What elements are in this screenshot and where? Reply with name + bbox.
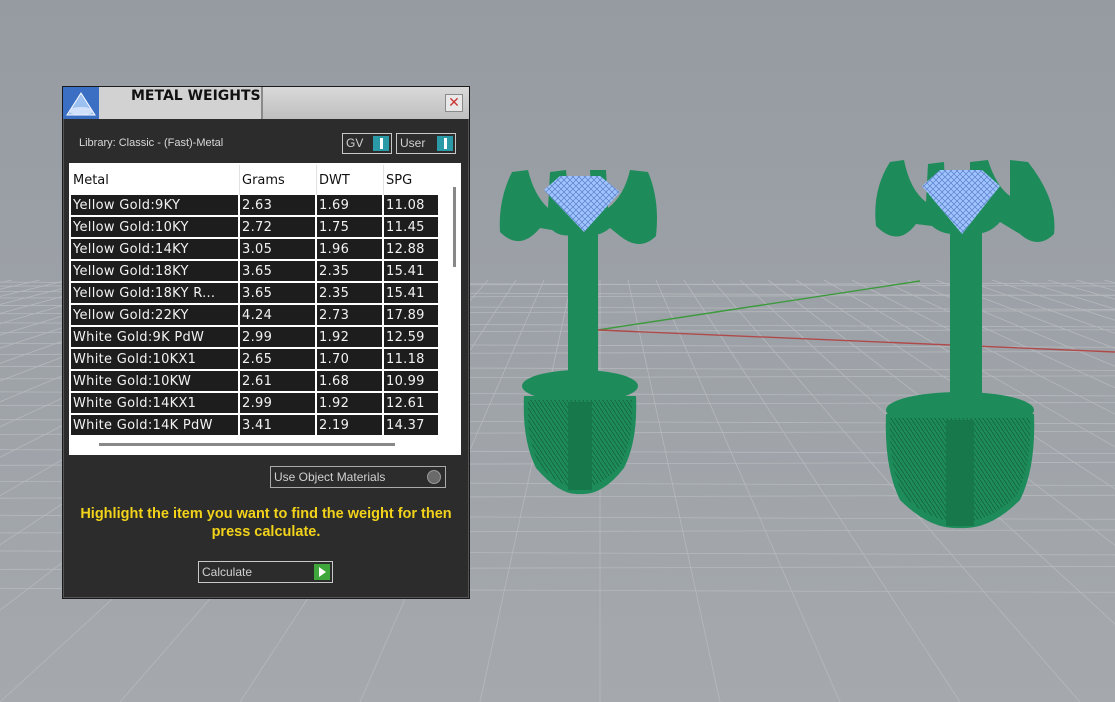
table-row[interactable]: Yellow Gold:22KY 4.24 2.73 17.89 (71, 305, 438, 327)
cell-dwt: 1.70 (317, 349, 384, 371)
gv-toggle[interactable]: GV (342, 133, 392, 154)
metal-weights-panel: METAL WEIGHTS ✕ Library: Classic - (Fast… (62, 86, 470, 599)
cell-dwt: 1.96 (317, 239, 384, 261)
cell-dwt: 1.75 (317, 217, 384, 239)
table-row[interactable]: Yellow Gold:18KY 3.65 2.35 15.41 (71, 261, 438, 283)
close-icon: ✕ (448, 94, 460, 110)
radio-icon (427, 470, 441, 484)
table-row[interactable]: White Gold:10KX1 2.65 1.70 11.18 (71, 349, 438, 371)
table-row[interactable]: White Gold:10KW 2.61 1.68 10.99 (71, 371, 438, 393)
table-row[interactable]: Yellow Gold:9KY 2.63 1.69 11.08 (71, 195, 438, 217)
cell-dwt: 1.69 (317, 195, 384, 217)
cell-dwt: 1.92 (317, 327, 384, 349)
vertical-scrollbar[interactable] (453, 187, 456, 267)
user-toggle[interactable]: User (396, 133, 456, 154)
cell-spg: 15.41 (384, 283, 438, 305)
cell-metal: Yellow Gold:9KY (71, 195, 240, 217)
gv-toggle-label: GV (346, 136, 364, 150)
cell-dwt: 2.35 (317, 261, 384, 283)
cell-spg: 11.08 (384, 195, 438, 217)
cell-metal: White Gold:14K PdW (71, 415, 240, 437)
cell-grams: 3.41 (240, 415, 317, 437)
cell-grams: 3.05 (240, 239, 317, 261)
cell-dwt: 1.68 (317, 371, 384, 393)
table-row[interactable]: Yellow Gold:18KY R... 3.65 2.35 15.41 (71, 283, 438, 305)
column-header-grams[interactable]: Grams (240, 165, 317, 195)
instructions-text: Highlight the item you want to find the … (80, 506, 452, 540)
cell-metal: Yellow Gold:14KY (71, 239, 240, 261)
cell-grams: 3.65 (240, 261, 317, 283)
cell-metal: Yellow Gold:22KY (71, 305, 240, 327)
cell-spg: 14.37 (384, 415, 438, 437)
cell-metal: White Gold:9K PdW (71, 327, 240, 349)
cell-dwt: 2.19 (317, 415, 384, 437)
table-row[interactable]: Yellow Gold:14KY 3.05 1.96 12.88 (71, 239, 438, 261)
column-header-metal[interactable]: Metal (71, 165, 240, 195)
cell-grams: 2.65 (240, 349, 317, 371)
cell-spg: 12.61 (384, 393, 438, 415)
cell-spg: 10.99 (384, 371, 438, 393)
cell-dwt: 1.92 (317, 393, 384, 415)
cell-dwt: 2.73 (317, 305, 384, 327)
cell-grams: 2.99 (240, 393, 317, 415)
calculate-label: Calculate (202, 565, 253, 579)
table-row[interactable]: Yellow Gold:10KY 2.72 1.75 11.45 (71, 217, 438, 239)
cell-metal: White Gold:10KW (71, 371, 240, 393)
use-object-materials-label: Use Object Materials (274, 470, 386, 484)
toggle-switch-icon (373, 136, 389, 151)
table-row[interactable]: White Gold:14KX1 2.99 1.92 12.61 (71, 393, 438, 415)
cell-grams: 2.61 (240, 371, 317, 393)
cell-spg: 12.88 (384, 239, 438, 261)
column-header-dwt[interactable]: DWT (317, 165, 384, 195)
play-icon (314, 564, 330, 580)
cell-grams: 2.72 (240, 217, 317, 239)
cell-grams: 2.99 (240, 327, 317, 349)
library-label: Library: Classic - (Fast)-Metal (79, 137, 224, 149)
cell-metal: Yellow Gold:18KY R... (71, 283, 240, 305)
cell-spg: 11.45 (384, 217, 438, 239)
panel-titlebar[interactable]: METAL WEIGHTS ✕ (63, 87, 469, 119)
table-header-row: Metal Grams DWT SPG (71, 165, 438, 195)
cell-grams: 2.63 (240, 195, 317, 217)
metal-table[interactable]: Metal Grams DWT SPG Yellow Gold:9KY 2.63 1… (69, 163, 461, 455)
table-row[interactable]: White Gold:14K PdW 3.41 2.19 14.37 (71, 415, 438, 437)
cell-dwt: 2.35 (317, 283, 384, 305)
cell-spg: 11.18 (384, 349, 438, 371)
cell-spg: 17.89 (384, 305, 438, 327)
close-button[interactable]: ✕ (445, 94, 463, 112)
use-object-materials-option[interactable]: Use Object Materials (270, 466, 446, 488)
table-row[interactable]: White Gold:9K PdW 2.99 1.92 12.59 (71, 327, 438, 349)
cell-spg: 12.59 (384, 327, 438, 349)
cell-metal: White Gold:10KX1 (71, 349, 240, 371)
calculate-button[interactable]: Calculate (198, 561, 333, 583)
cell-metal: Yellow Gold:18KY (71, 261, 240, 283)
cell-metal: White Gold:14KX1 (71, 393, 240, 415)
toggle-switch-icon (437, 136, 453, 151)
horizontal-scrollbar[interactable] (99, 443, 395, 446)
panel-logo-icon (63, 87, 99, 119)
cell-metal: Yellow Gold:10KY (71, 217, 240, 239)
user-toggle-label: User (400, 136, 426, 150)
cell-grams: 3.65 (240, 283, 317, 305)
panel-title: METAL WEIGHTS (131, 88, 261, 104)
cell-spg: 15.41 (384, 261, 438, 283)
cell-grams: 4.24 (240, 305, 317, 327)
column-header-spg[interactable]: SPG (384, 165, 438, 195)
